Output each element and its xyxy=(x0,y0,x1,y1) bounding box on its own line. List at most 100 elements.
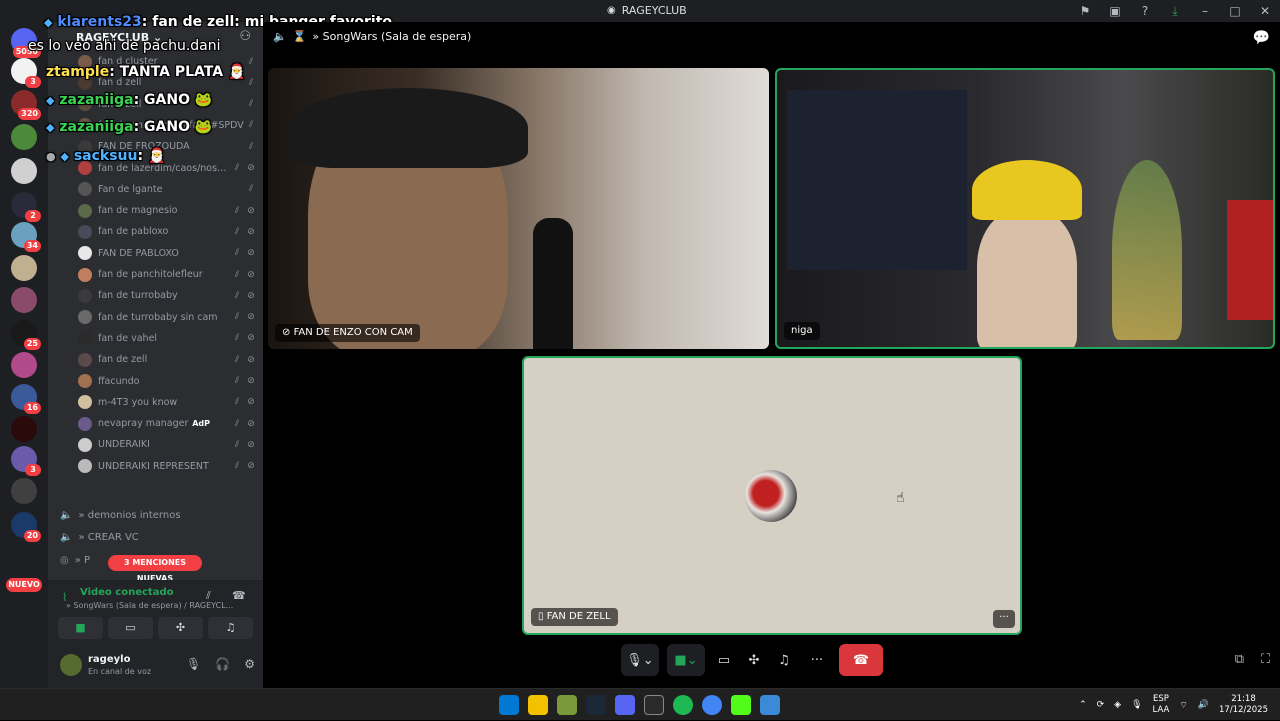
popout-icon[interactable]: ⧉ xyxy=(1235,652,1244,667)
screen-share-button[interactable]: ▭ xyxy=(713,644,735,676)
voice-user-row[interactable]: m-4T3 you know ⫽ ⊘ xyxy=(78,393,258,412)
server-icon[interactable]: 16 xyxy=(11,384,41,414)
sync-icon[interactable]: ⟳ xyxy=(1097,700,1105,710)
server-icon[interactable] xyxy=(11,416,37,442)
server-icon[interactable] xyxy=(11,287,37,313)
voice-user-row[interactable]: fan de enzo, jo, og fan. #SPDV ⫽ xyxy=(78,116,258,135)
activities-button[interactable]: ✣ xyxy=(743,644,765,676)
kick-icon[interactable] xyxy=(731,695,751,715)
camera-button[interactable]: ■⌄ xyxy=(667,644,705,676)
server-icon[interactable] xyxy=(11,124,37,150)
network-app-icon[interactable]: ◈ xyxy=(1114,700,1121,710)
volume-icon[interactable]: 🔊 xyxy=(1198,700,1209,710)
voice-user-row[interactable]: fan de panchitolefleur ⫽ ⊘ xyxy=(78,265,258,284)
server-icon[interactable] xyxy=(11,478,37,504)
home-button[interactable]: 5050 xyxy=(11,28,41,58)
spotify-icon[interactable] xyxy=(673,695,693,715)
download-icon[interactable]: ⤓ xyxy=(1160,4,1190,19)
activities-button[interactable]: ✣ xyxy=(158,617,203,639)
server-icon[interactable] xyxy=(11,255,37,281)
voice-user-row[interactable]: fan d cluster ⫽ xyxy=(78,52,258,71)
voice-user-row[interactable]: fan de turrobaby ⫽ ⊘ xyxy=(78,286,258,305)
time: 21:18 xyxy=(1231,694,1256,704)
voice-user-row[interactable]: UNDERAIKI ⫽ ⊘ xyxy=(78,435,258,454)
server-icon[interactable] xyxy=(11,158,37,184)
voice-user-row[interactable]: fan de turrobaby sin cam ⫽ ⊘ xyxy=(78,308,258,327)
voice-channel-item[interactable]: 🔈 » demonios internos xyxy=(60,506,181,524)
voice-user-row[interactable]: fan d zell ⫽ xyxy=(78,95,258,114)
clock[interactable]: 21:18 17/12/2025 xyxy=(1219,694,1268,716)
server-icon[interactable]: 3 xyxy=(11,58,41,88)
video-tile[interactable]: ☝ ▯ FAN DE ZELL ··· xyxy=(522,356,1022,635)
voice-channel-item[interactable]: ◎ » P xyxy=(60,551,90,569)
chrome-icon[interactable] xyxy=(702,695,722,715)
notepad-icon[interactable] xyxy=(760,695,780,715)
voice-user-row[interactable]: FAN DE FROZOUDA ⫽ xyxy=(78,137,258,156)
minecraft-icon[interactable] xyxy=(557,695,577,715)
voice-user-row[interactable]: UNDERAIKI REPRESENT ⫽ ⊘ xyxy=(78,457,258,476)
file-explorer-icon[interactable] xyxy=(528,695,548,715)
server-icon[interactable]: 3 xyxy=(11,446,41,476)
wifi-icon[interactable]: ⌔ xyxy=(1179,700,1187,711)
voice-user-row[interactable]: fan de pabloxo ⫽ ⊘ xyxy=(78,222,258,241)
obs-icon[interactable] xyxy=(644,695,664,715)
microphone-icon[interactable]: 🎙 xyxy=(186,657,201,671)
language-indicator[interactable]: ESP LAA xyxy=(1153,694,1170,716)
server-header[interactable]: RAGEYCLUB ⌄ xyxy=(48,22,263,50)
add-user-icon[interactable]: ⚇ xyxy=(239,29,251,44)
fullscreen-icon[interactable]: ⛶ xyxy=(1261,652,1270,667)
voice-user-row[interactable]: fan de lazerdim/caos/nostos... ⫽ ⊘ xyxy=(78,159,258,178)
soundboard-button[interactable]: ♫ xyxy=(773,644,795,676)
voice-channel-item[interactable]: 🔈 » CREAR VC xyxy=(60,528,139,546)
hourglass-icon: ⌛ xyxy=(292,30,307,43)
server-icon[interactable]: 20 xyxy=(11,512,41,542)
server-icon[interactable] xyxy=(11,352,37,378)
discord-icon[interactable] xyxy=(615,695,635,715)
speaker-icon: 🔈 xyxy=(273,30,287,43)
voice-user-row[interactable]: FAN DE PABLOXO ⫽ ⊘ xyxy=(78,244,258,263)
mute-button[interactable]: 🎙⌄ xyxy=(621,644,659,676)
disconnect-button[interactable]: ☎ xyxy=(839,644,883,676)
voice-user-row[interactable]: fan d zell ⫽ xyxy=(78,73,258,92)
avatar[interactable] xyxy=(60,654,82,676)
video-button[interactable]: ■ xyxy=(58,617,103,639)
voice-user-row[interactable]: Fan de lgante ⫽ xyxy=(78,180,258,199)
server-icon[interactable]: 2 xyxy=(11,192,41,222)
video-tile[interactable]: niga xyxy=(775,68,1275,349)
new-mentions-pill[interactable]: 3 MENCIONES NUEVAS xyxy=(108,555,202,583)
more-options-button[interactable]: ··· xyxy=(993,610,1015,628)
chat-bubble-icon[interactable]: 💬 xyxy=(1253,30,1270,46)
start-icon[interactable] xyxy=(499,695,519,715)
chevron-up-icon[interactable]: ⌃ xyxy=(1079,700,1087,710)
avatar xyxy=(78,97,92,112)
more-icon[interactable]: ··· xyxy=(803,644,831,676)
voice-user-row[interactable]: fan de vahel ⫽ ⊘ xyxy=(78,329,258,348)
minimize-icon[interactable]: – xyxy=(1190,4,1220,18)
server-icon[interactable]: 25 xyxy=(11,320,41,350)
video-tile[interactable]: ⊘ FAN DE ENZO CON CAM xyxy=(268,68,769,349)
avatar xyxy=(78,246,92,261)
server-icon[interactable]: 320 xyxy=(11,90,41,120)
language-code: ESP xyxy=(1152,694,1169,704)
inbox-icon[interactable]: ▣ xyxy=(1100,4,1130,18)
microphone-icon[interactable]: 🎙 xyxy=(1131,700,1142,710)
voice-status-text[interactable]: Video conectado xyxy=(80,587,173,598)
steam-icon[interactable] xyxy=(586,695,606,715)
voice-user-row[interactable]: fan de zell ⫽ ⊘ xyxy=(78,350,258,369)
screen-share-button[interactable]: ▭ xyxy=(108,617,153,639)
voice-user-row[interactable]: ffacundo ⫽ ⊘ xyxy=(78,372,258,391)
voice-user-row[interactable]: fan de magnesio ⫽ ⊘ xyxy=(78,201,258,220)
disconnect-icon[interactable]: ☎ xyxy=(232,589,246,602)
muted-icon: ⫽ xyxy=(248,56,253,67)
maximize-icon[interactable]: □ xyxy=(1220,4,1250,18)
close-icon[interactable]: ✕ xyxy=(1250,4,1280,18)
soundboard-button[interactable]: ♫ xyxy=(208,617,253,639)
server-icon[interactable]: 34 xyxy=(11,222,41,252)
unread-badge: 34 xyxy=(23,240,41,252)
noise-suppression-icon[interactable]: ⫽ xyxy=(206,589,211,603)
headphones-icon[interactable]: 🎧 xyxy=(215,657,230,671)
gear-icon[interactable]: ⚙ xyxy=(244,657,255,671)
pin-icon[interactable]: ⚑ xyxy=(1070,4,1100,18)
help-icon[interactable]: ? xyxy=(1130,4,1160,18)
voice-user-row[interactable]: nevapray manager AdP ⫽ ⊘ xyxy=(78,414,258,433)
